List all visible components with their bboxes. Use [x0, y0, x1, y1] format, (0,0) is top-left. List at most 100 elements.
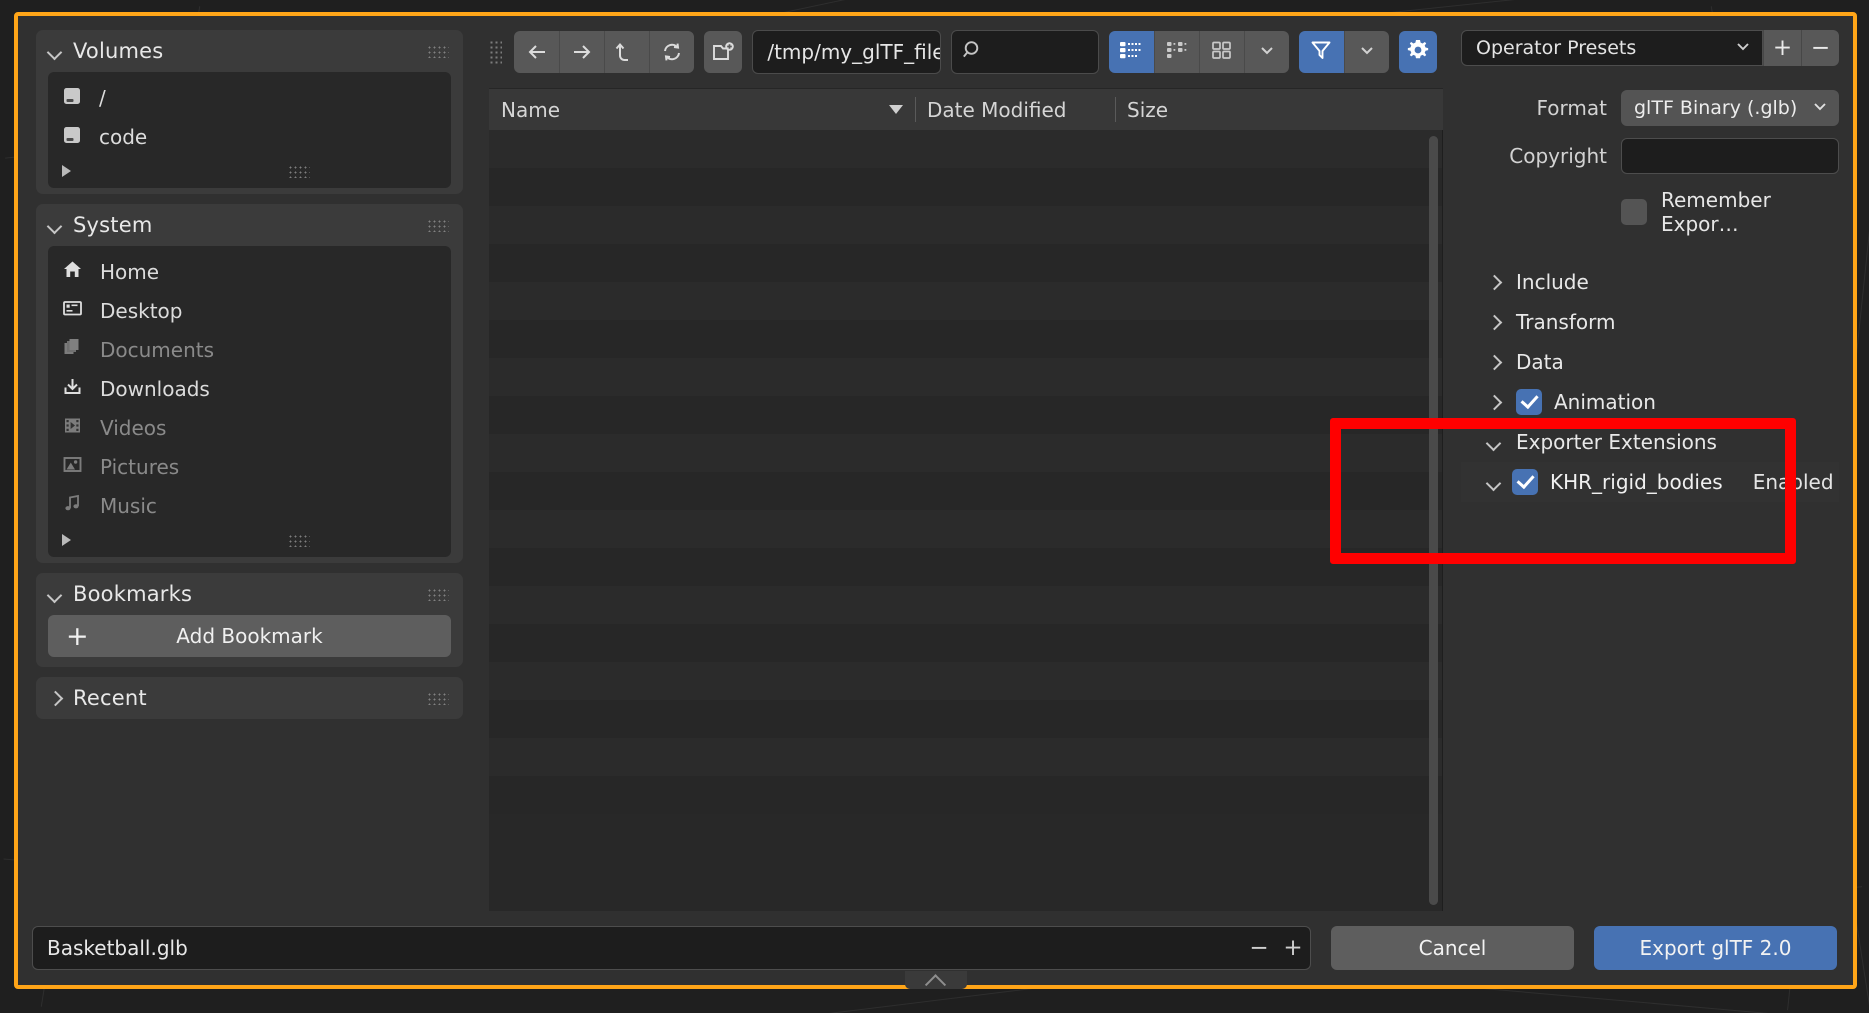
sidebar-item-code[interactable]: code [48, 117, 451, 156]
sidebar-item-videos[interactable]: Videos [48, 408, 451, 447]
new-folder-button[interactable] [704, 31, 743, 73]
parent-directory-button[interactable] [604, 31, 650, 73]
system-list-footer [48, 525, 451, 555]
sidebar-item-root[interactable]: / [48, 78, 451, 117]
resize-grip-icon[interactable] [287, 533, 310, 547]
search-input[interactable] [950, 30, 1099, 74]
home-icon [62, 259, 83, 284]
file-row-empty [489, 130, 1442, 168]
sidebar-item-music[interactable]: Music [48, 486, 451, 525]
panel-header-volumes[interactable]: Volumes [36, 30, 463, 72]
filename-decrement-button[interactable]: − [1242, 927, 1276, 969]
drag-grip-icon[interactable] [427, 587, 449, 601]
triangle-right-icon[interactable] [62, 534, 71, 546]
chevron-down-icon [1811, 97, 1829, 120]
settings-button[interactable] [1398, 31, 1438, 73]
operator-presets-row: Operator Presets + − [1461, 30, 1839, 66]
copyright-row: Copyright [1461, 138, 1839, 174]
filename-increment-button[interactable]: + [1276, 927, 1310, 969]
filename-value: Basketball.glb [47, 936, 188, 960]
toolbar-grip-icon[interactable] [489, 40, 503, 64]
copyright-input[interactable] [1621, 138, 1839, 174]
drag-grip-icon[interactable] [427, 218, 449, 232]
chevron-right-icon [1487, 315, 1502, 330]
file-row-empty [489, 586, 1442, 624]
sidebar-item-label: Desktop [100, 298, 183, 323]
export-gltf-button[interactable]: Export glTF 2.0 [1594, 926, 1837, 970]
back-button[interactable] [514, 31, 560, 73]
remove-preset-button[interactable]: − [1801, 30, 1839, 66]
display-mode-thumbnail-button[interactable] [1198, 31, 1244, 73]
khr-rigid-bodies-checkbox[interactable] [1512, 469, 1538, 495]
cancel-button[interactable]: Cancel [1331, 926, 1574, 970]
panel-title-recent: Recent [73, 686, 147, 710]
extension-khr-rigid-bodies-row[interactable]: KHR_rigid_bodies Enabled [1461, 462, 1839, 502]
file-row-empty [489, 206, 1442, 244]
remember-export-settings-row[interactable]: Remember Expor… [1621, 188, 1839, 236]
volumes-list: / code [48, 72, 451, 188]
column-header-name[interactable]: Name [489, 89, 915, 130]
section-label-data: Data [1516, 350, 1564, 374]
filename-field[interactable]: Basketball.glb − + [32, 926, 1311, 970]
file-list[interactable] [489, 130, 1443, 911]
display-mode-dropdown-button[interactable] [1243, 31, 1289, 73]
chevron-right-icon [48, 691, 63, 706]
triangle-right-icon[interactable] [62, 165, 71, 177]
panel-header-system[interactable]: System [36, 204, 463, 246]
drag-grip-icon[interactable] [427, 691, 449, 705]
drive-icon [62, 86, 82, 110]
forward-button[interactable] [559, 31, 605, 73]
filter-dropdown-button[interactable] [1343, 31, 1389, 73]
section-exporter-extensions[interactable]: Exporter Extensions [1461, 422, 1839, 462]
file-row-empty [489, 700, 1442, 738]
chevron-down-icon [1257, 40, 1277, 64]
extension-name: KHR_rigid_bodies [1550, 470, 1723, 494]
add-preset-button[interactable]: + [1763, 30, 1801, 66]
column-header-size[interactable]: Size [1115, 89, 1443, 130]
add-bookmark-label: Add Bookmark [176, 624, 323, 648]
sidebar-item-label: Music [100, 493, 157, 518]
format-dropdown[interactable]: glTF Binary (.glb) [1621, 90, 1839, 126]
resize-grip-icon[interactable] [287, 164, 310, 178]
section-transform[interactable]: Transform [1461, 302, 1839, 342]
section-data[interactable]: Data [1461, 342, 1839, 382]
path-input[interactable]: /tmp/my_glTF_files/ [752, 30, 941, 74]
drag-grip-icon[interactable] [427, 44, 449, 58]
remember-export-checkbox[interactable] [1621, 199, 1647, 225]
column-header-date-modified[interactable]: Date Modified [915, 89, 1115, 130]
sidebar-item-downloads[interactable]: Downloads [48, 369, 451, 408]
panel-volumes: Volumes / code [36, 30, 463, 194]
section-include[interactable]: Include [1461, 262, 1839, 302]
video-icon [62, 415, 83, 440]
refresh-button[interactable] [649, 31, 695, 73]
file-row-empty [489, 662, 1442, 700]
sidebar-item-desktop[interactable]: Desktop [48, 291, 451, 330]
display-mode-vertical-list-button[interactable] [1108, 31, 1154, 73]
sidebar-item-pictures[interactable]: Pictures [48, 447, 451, 486]
sidebar-item-home[interactable]: Home [48, 252, 451, 291]
animation-checkbox[interactable] [1516, 389, 1542, 415]
panel-header-bookmarks[interactable]: Bookmarks [36, 573, 463, 615]
operator-presets-dropdown[interactable]: Operator Presets [1461, 30, 1763, 66]
panel-header-recent[interactable]: Recent [36, 677, 463, 719]
scrollbar-thumb[interactable] [1429, 136, 1438, 905]
display-mode-horizontal-list-button[interactable] [1153, 31, 1199, 73]
gear-icon [1405, 37, 1431, 67]
desktop-icon [62, 298, 83, 323]
file-row-empty [489, 168, 1442, 206]
dialog-resize-handle[interactable] [904, 971, 967, 989]
system-list: Home Desktop Documents Downloads Videos … [48, 246, 451, 557]
export-options-panel: Operator Presets + − Format glTF Binary … [1453, 16, 1853, 911]
sidebar-item-label: code [99, 124, 148, 149]
chevron-down-icon [48, 218, 63, 233]
section-animation[interactable]: Animation [1461, 382, 1839, 422]
file-list-scrollbar[interactable] [1429, 136, 1438, 905]
extension-state-label: Enabled [1752, 470, 1834, 494]
filter-toggle-button[interactable] [1298, 31, 1344, 73]
panel-system: System Home Desktop Documents Downloads … [36, 204, 463, 563]
sidebar-item-label: Videos [100, 415, 167, 440]
chevron-right-icon [1487, 275, 1502, 290]
sidebar-item-documents[interactable]: Documents [48, 330, 451, 369]
chevron-down-icon [1487, 435, 1502, 450]
add-bookmark-button[interactable]: + Add Bookmark [48, 615, 451, 657]
